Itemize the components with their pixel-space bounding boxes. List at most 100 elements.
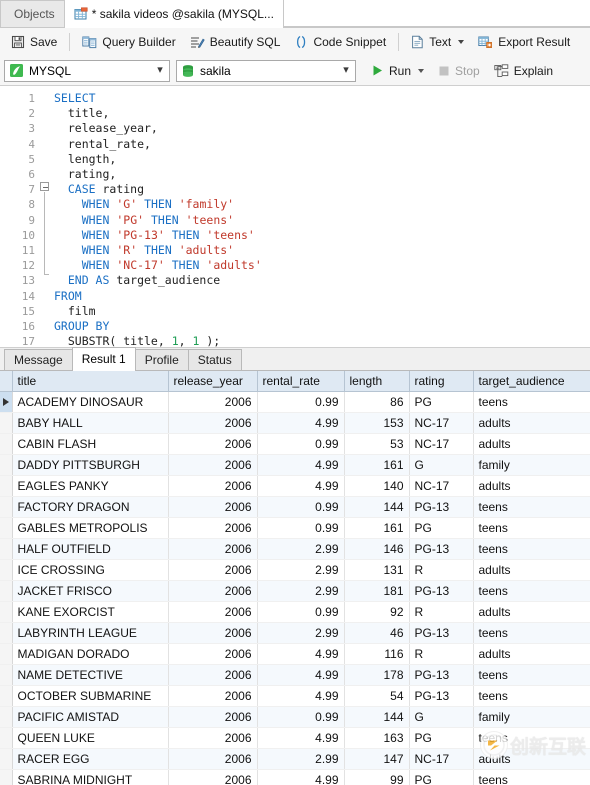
row-selector-cell[interactable] (0, 559, 13, 581)
row-selector-cell[interactable] (0, 391, 13, 413)
tab-objects[interactable]: Objects (0, 0, 65, 27)
cell-rating[interactable]: NC-17 (409, 412, 474, 434)
row-selector-cell[interactable] (0, 769, 13, 785)
cell-release_year[interactable]: 2006 (168, 664, 258, 686)
result-grid-container[interactable]: title release_year rental_rate length rating… (0, 371, 590, 785)
cell-title[interactable]: BABY HALL (12, 412, 169, 434)
text-view-dropdown-caret-icon[interactable] (458, 40, 465, 44)
cell-length[interactable]: 46 (344, 622, 410, 644)
cell-target_audience[interactable]: teens (473, 664, 590, 686)
cell-length[interactable]: 144 (344, 496, 410, 518)
cell-length[interactable]: 163 (344, 727, 410, 749)
cell-target_audience[interactable]: adults (473, 412, 590, 434)
cell-rating[interactable]: PG-13 (409, 685, 474, 707)
row-selector-cell[interactable] (0, 433, 13, 455)
table-row[interactable]: QUEEN LUKE 2006 4.99 163 PG teens (0, 727, 590, 749)
cell-length[interactable]: 161 (344, 454, 410, 476)
cell-rating[interactable]: NC-17 (409, 748, 474, 770)
cell-release_year[interactable]: 2006 (168, 622, 258, 644)
table-row[interactable]: MADIGAN DORADO 2006 4.99 116 Radults (0, 643, 590, 665)
cell-rating[interactable]: G (409, 706, 474, 728)
cell-length[interactable]: 86 (344, 391, 410, 413)
row-selector-cell[interactable] (0, 496, 13, 518)
fold-collapse-icon[interactable] (40, 182, 49, 191)
cell-length[interactable]: 153 (344, 412, 410, 434)
row-selector-cell[interactable] (0, 580, 13, 602)
sql-editor[interactable]: 1 2 3 4 5 6 7 8 9 10 11 12 13 14 15 16 17 SELECT title, … (0, 86, 590, 348)
table-row[interactable]: ACADEMY DINOSAUR 2006 0.99 86 PG teens (0, 391, 590, 413)
cell-release_year[interactable]: 2006 (168, 454, 258, 476)
cell-rating[interactable]: NC-17 (409, 475, 474, 497)
cell-rental_rate[interactable]: 2.99 (257, 748, 345, 770)
table-row[interactable]: EAGLES PANKY 2006 4.99 140 NC-17 adults (0, 475, 590, 497)
column-header-rental_rate[interactable]: rental_rate (257, 371, 345, 392)
cell-length[interactable]: 53 (344, 433, 410, 455)
cell-title[interactable]: GABLES METROPOLIS (12, 517, 169, 539)
table-row[interactable]: BABY HALL 2006 4.99 153 NC-17 adults (0, 412, 590, 434)
cell-target_audience[interactable]: teens (473, 580, 590, 602)
cell-title[interactable]: KANE EXORCIST (12, 601, 169, 623)
cell-title[interactable]: QUEEN LUKE (12, 727, 169, 749)
cell-release_year[interactable]: 2006 (168, 496, 258, 518)
cell-title[interactable]: JACKET FRISCO (12, 580, 169, 602)
cell-title[interactable]: FACTORY DRAGON (12, 496, 169, 518)
stop-button[interactable]: Stop (431, 60, 487, 82)
cell-rental_rate[interactable]: 0.99 (257, 706, 345, 728)
cell-release_year[interactable]: 2006 (168, 769, 258, 785)
cell-release_year[interactable]: 2006 (168, 517, 258, 539)
cell-title[interactable]: HALF OUTFIELD (12, 538, 169, 560)
cell-release_year[interactable]: 2006 (168, 391, 258, 413)
cell-target_audience[interactable]: teens (473, 622, 590, 644)
cell-rating[interactable]: R (409, 601, 474, 623)
cell-rental_rate[interactable]: 2.99 (257, 559, 345, 581)
cell-release_year[interactable]: 2006 (168, 748, 258, 770)
cell-rental_rate[interactable]: 2.99 (257, 538, 345, 560)
table-row[interactable]: SABRINA MIDNIGHT 2006 4.99 99 PG teens (0, 769, 590, 785)
cell-rental_rate[interactable]: 4.99 (257, 769, 345, 785)
query-builder-button[interactable]: Query Builder (75, 31, 182, 53)
cell-target_audience[interactable]: adults (473, 643, 590, 665)
cell-target_audience[interactable]: adults (473, 559, 590, 581)
cell-length[interactable]: 99 (344, 769, 410, 785)
cell-rating[interactable]: PG-13 (409, 496, 474, 518)
cell-target_audience[interactable]: adults (473, 748, 590, 770)
tab-query-sakila-videos[interactable]: * sakila videos @sakila (MYSQL... (63, 0, 284, 28)
cell-rating[interactable]: NC-17 (409, 433, 474, 455)
row-selector-cell[interactable] (0, 454, 13, 476)
cell-length[interactable]: 92 (344, 601, 410, 623)
cell-rental_rate[interactable]: 2.99 (257, 580, 345, 602)
save-button[interactable]: Save (4, 31, 64, 53)
cell-target_audience[interactable]: teens (473, 517, 590, 539)
table-row[interactable]: ICE CROSSING 2006 2.99 131 Radults (0, 559, 590, 581)
cell-length[interactable]: 54 (344, 685, 410, 707)
cell-release_year[interactable]: 2006 (168, 580, 258, 602)
text-view-button[interactable]: Text (404, 31, 471, 53)
cell-rating[interactable]: R (409, 559, 474, 581)
cell-rental_rate[interactable]: 0.99 (257, 391, 345, 413)
cell-target_audience[interactable]: adults (473, 601, 590, 623)
cell-rental_rate[interactable]: 4.99 (257, 475, 345, 497)
cell-rental_rate[interactable]: 0.99 (257, 433, 345, 455)
result-tab-message[interactable]: Message (4, 349, 73, 370)
cell-release_year[interactable]: 2006 (168, 475, 258, 497)
cell-title[interactable]: ICE CROSSING (12, 559, 169, 581)
cell-title[interactable]: EAGLES PANKY (12, 475, 169, 497)
cell-rating[interactable]: PG-13 (409, 538, 474, 560)
row-selector-cell[interactable] (0, 622, 13, 644)
cell-rating[interactable]: PG-13 (409, 622, 474, 644)
cell-title[interactable]: PACIFIC AMISTAD (12, 706, 169, 728)
export-result-button[interactable]: Export Result (471, 31, 577, 53)
column-header-length[interactable]: length (344, 371, 410, 392)
cell-title[interactable]: OCTOBER SUBMARINE (12, 685, 169, 707)
cell-rating[interactable]: PG (409, 769, 474, 785)
sql-code-text[interactable]: SELECT title, release_year, rental_rate,… (52, 86, 590, 347)
column-header-title[interactable]: title (12, 371, 169, 392)
column-header-rating[interactable]: rating (409, 371, 474, 392)
cell-rating[interactable]: G (409, 454, 474, 476)
cell-rating[interactable]: PG (409, 391, 474, 413)
cell-target_audience[interactable]: teens (473, 727, 590, 749)
cell-title[interactable]: CABIN FLASH (12, 433, 169, 455)
run-dropdown-caret-icon[interactable] (418, 68, 425, 73)
cell-title[interactable]: SABRINA MIDNIGHT (12, 769, 169, 785)
cell-rental_rate[interactable]: 4.99 (257, 412, 345, 434)
